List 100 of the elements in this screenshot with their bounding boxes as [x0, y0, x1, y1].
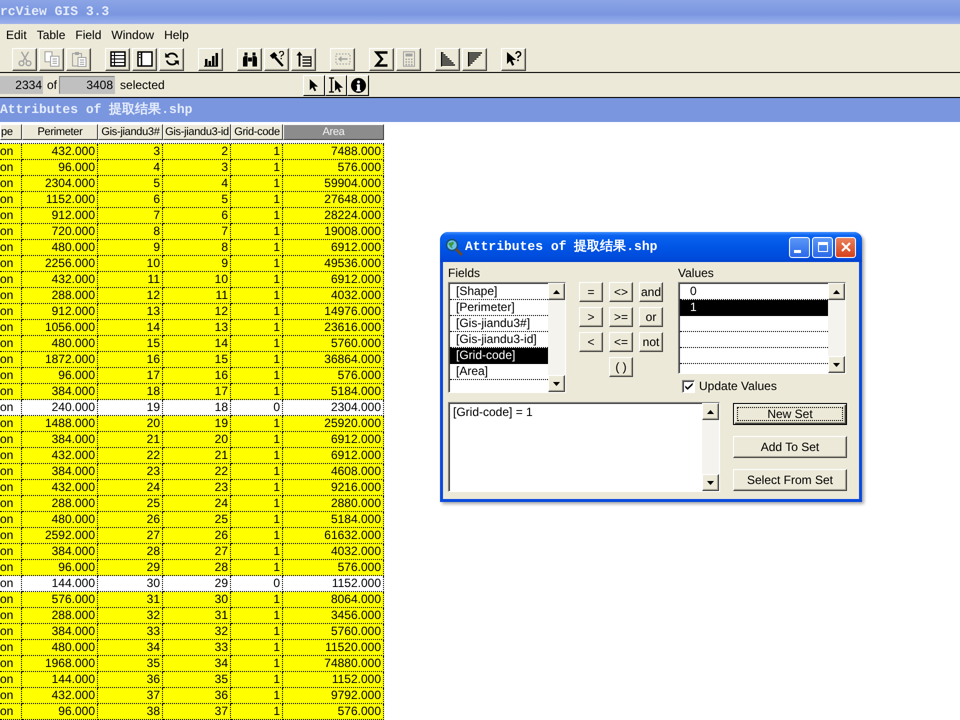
toolbar-button[interactable]: [237, 48, 262, 70]
toolbar-button[interactable]: [291, 48, 316, 70]
list-item[interactable]: [Grid-code]: [450, 348, 548, 364]
toolbar-button[interactable]: [132, 48, 157, 70]
select-from-set-button[interactable]: Select From Set: [733, 469, 847, 491]
toolbar-button[interactable]: [198, 48, 223, 70]
toolbar-button[interactable]: [264, 48, 289, 70]
table-row[interactable]: on 384.000 23 22 1 4608.000: [0, 464, 384, 480]
list-item[interactable]: [Perimeter]: [450, 300, 548, 316]
toolbar-button[interactable]: [369, 48, 394, 70]
table-row[interactable]: on 2304.000 5 4 1 59904.000: [0, 176, 384, 192]
operator-button[interactable]: >: [579, 307, 603, 327]
list-item[interactable]: [Gis-jiandu3#]: [450, 316, 548, 332]
tool-button[interactable]: [303, 74, 325, 96]
table-row[interactable]: on 432.000 37 36 1 9792.000: [0, 688, 384, 704]
table-row[interactable]: on 384.000 18 17 1 5184.000: [0, 384, 384, 400]
toolbar-button[interactable]: [105, 48, 130, 70]
table-row[interactable]: on 1488.000 20 19 1 25920.000: [0, 416, 384, 432]
table-row[interactable]: on 96.000 17 16 1 576.000: [0, 368, 384, 384]
operator-button[interactable]: ( ): [609, 357, 633, 377]
list-item[interactable]: 1: [680, 300, 828, 316]
column-header[interactable]: Gis-jiandu3-id: [163, 124, 231, 140]
checkbox[interactable]: [682, 380, 695, 392]
menu-item[interactable]: Help: [159, 27, 194, 43]
list-item[interactable]: [Area]: [450, 364, 548, 380]
table-row[interactable]: on 480.000 34 33 1 11520.000: [0, 640, 384, 656]
scroll-up-button[interactable]: [702, 403, 719, 420]
list-item[interactable]: [Gis-jiandu3-id]: [450, 332, 548, 348]
values-list[interactable]: 0 1: [678, 282, 846, 374]
table-row[interactable]: on 480.000 9 8 1 6912.000: [0, 240, 384, 256]
table-row[interactable]: on 480.000 15 14 1 5760.000: [0, 336, 384, 352]
toolbar-button[interactable]: [159, 48, 184, 70]
menu-item[interactable]: Table: [32, 27, 70, 43]
window-icon: [136, 51, 152, 67]
scroll-up-button[interactable]: [548, 283, 565, 300]
table-row[interactable]: on 288.000 32 31 1 3456.000: [0, 608, 384, 624]
table-row[interactable]: on 144.000 36 35 1 1152.000: [0, 672, 384, 688]
table-row[interactable]: on 1056.000 14 13 1 23616.000: [0, 320, 384, 336]
table-row[interactable]: on 96.000 38 37 1 576.000: [0, 704, 384, 720]
table-row[interactable]: on 96.000 29 28 1 576.000: [0, 560, 384, 576]
close-button[interactable]: [835, 236, 856, 258]
table-row[interactable]: on 144.000 30 29 0 1152.000: [0, 576, 384, 592]
operator-button[interactable]: =: [579, 282, 603, 302]
operator-button[interactable]: <>: [609, 282, 633, 302]
table-row[interactable]: on 912.000 13 12 1 14976.000: [0, 304, 384, 320]
table-row[interactable]: on 288.000 12 11 1 4032.000: [0, 288, 384, 304]
operator-button[interactable]: <=: [609, 332, 633, 352]
list-item[interactable]: [Shape]: [450, 284, 548, 300]
menu-item[interactable]: Window: [106, 27, 160, 43]
maximize-button[interactable]: [812, 236, 833, 258]
table-row[interactable]: on 288.000 25 24 1 2880.000: [0, 496, 384, 512]
scroll-down-button[interactable]: [702, 474, 719, 491]
column-header[interactable]: Grid-code: [231, 124, 283, 140]
expression-field[interactable]: [Grid-code] = 1: [448, 402, 720, 492]
table-row[interactable]: on 384.000 28 27 1 4032.000: [0, 544, 384, 560]
table-row[interactable]: on 432.000 24 23 1 9216.000: [0, 480, 384, 496]
table-row[interactable]: on 720.000 8 7 1 19008.000: [0, 224, 384, 240]
scrollbar[interactable]: [548, 283, 565, 392]
list-item[interactable]: 0: [680, 284, 828, 300]
operator-button[interactable]: not: [639, 332, 663, 352]
table-row[interactable]: on 240.000 19 18 0 2304.000: [0, 400, 384, 416]
column-header[interactable]: pe: [0, 124, 22, 140]
scroll-up-button[interactable]: [828, 283, 845, 300]
fields-list[interactable]: [Shape] [Perimeter] [Gis-jiandu3#] [Gis-jiandu3-id] [Grid-code] [Area]: [448, 282, 566, 393]
operator-button[interactable]: >=: [609, 307, 633, 327]
operator-button[interactable]: and: [639, 282, 663, 302]
toolbar-button[interactable]: [462, 48, 487, 70]
table-row[interactable]: on 432.000 11 10 1 6912.000: [0, 272, 384, 288]
scroll-down-button[interactable]: [828, 356, 845, 373]
scroll-down-button[interactable]: [548, 375, 565, 392]
toolbar-button[interactable]: [501, 48, 526, 70]
operator-button[interactable]: or: [639, 307, 663, 327]
table-row[interactable]: on 384.000 33 32 1 5760.000: [0, 624, 384, 640]
table-row[interactable]: on 432.000 3 2 1 7488.000: [0, 144, 384, 160]
table-row[interactable]: on 2256.000 10 9 1 49536.000: [0, 256, 384, 272]
table-row[interactable]: on 480.000 26 25 1 5184.000: [0, 512, 384, 528]
tool-button[interactable]: [347, 74, 369, 96]
new-set-button[interactable]: New Set: [733, 403, 847, 425]
table-row[interactable]: on 2592.000 27 26 1 61632.000: [0, 528, 384, 544]
table-row[interactable]: on 96.000 4 3 1 576.000: [0, 160, 384, 176]
table-row[interactable]: on 912.000 7 6 1 28224.000: [0, 208, 384, 224]
toolbar-button[interactable]: [435, 48, 460, 70]
column-header[interactable]: Gis-jiandu3#: [98, 124, 163, 140]
add-to-set-button[interactable]: Add To Set: [733, 436, 847, 458]
checkbox-label: Update Values: [699, 379, 777, 393]
menu-item[interactable]: Edit: [1, 27, 32, 43]
table-row[interactable]: on 1968.000 35 34 1 74880.000: [0, 656, 384, 672]
minimize-button[interactable]: [789, 236, 810, 258]
table-row[interactable]: on 1872.000 16 15 1 36864.000: [0, 352, 384, 368]
scrollbar[interactable]: [702, 403, 719, 491]
table-cell: 1: [231, 704, 283, 720]
column-header[interactable]: Perimeter: [22, 124, 98, 140]
table-row[interactable]: on 432.000 22 21 1 6912.000: [0, 448, 384, 464]
table-row[interactable]: on 576.000 31 30 1 8064.000: [0, 592, 384, 608]
table-row[interactable]: on 1152.000 6 5 1 27648.000: [0, 192, 384, 208]
tool-button[interactable]: [325, 74, 347, 96]
menu-item[interactable]: Field: [70, 27, 106, 43]
table-row[interactable]: on 384.000 21 20 1 6912.000: [0, 432, 384, 448]
scrollbar[interactable]: [828, 283, 845, 373]
operator-button[interactable]: <: [579, 332, 603, 352]
